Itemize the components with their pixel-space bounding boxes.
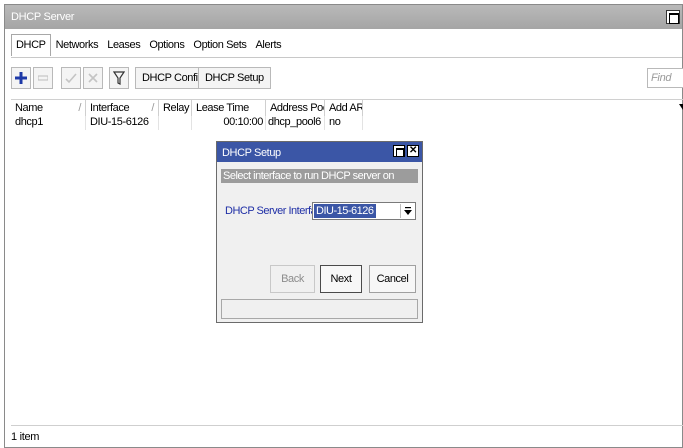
tab-divider: [11, 57, 682, 58]
window-titlebar[interactable]: DHCP Server: [5, 5, 682, 29]
dhcp-setup-dialog: DHCP Setup ✕ Select interface to run DHC…: [216, 141, 423, 323]
filter-button[interactable]: [109, 67, 129, 89]
dialog-title: DHCP Setup: [222, 147, 281, 159]
maximize-icon[interactable]: [393, 145, 405, 157]
column-name[interactable]: Name /: [11, 100, 86, 116]
tab-networks[interactable]: Networks: [52, 34, 103, 56]
interface-select[interactable]: DIU-15-6126: [312, 202, 416, 220]
column-menu-icon[interactable]: [679, 102, 683, 112]
column-add-arp[interactable]: Add AR...: [325, 100, 363, 116]
column-lease-time[interactable]: Lease Time: [192, 100, 266, 116]
disable-button[interactable]: [83, 67, 103, 89]
close-icon[interactable]: ✕: [407, 145, 419, 157]
check-icon: [65, 73, 77, 84]
tab-leases[interactable]: Leases: [103, 34, 144, 56]
table-row[interactable]: dhcp1 DIU-15-6126 00:10:00 dhcp_pool6 no: [11, 116, 683, 130]
column-relay[interactable]: Relay: [159, 100, 192, 116]
cell-lease-time: 00:10:00: [192, 116, 266, 130]
interface-select-value: DIU-15-6126: [314, 204, 377, 218]
table-header: Name / Interface / Relay Lease Time Addres…: [11, 100, 683, 116]
column-interface[interactable]: Interface /: [86, 100, 159, 116]
tab-option-sets[interactable]: Option Sets: [189, 34, 250, 56]
cell-add-arp: no: [325, 116, 363, 130]
dialog-titlebar[interactable]: DHCP Setup ✕: [217, 142, 422, 162]
next-button[interactable]: Next: [320, 265, 362, 293]
find-input[interactable]: Find: [647, 68, 683, 88]
toolbar: DHCP Config DHCP Setup Find: [11, 67, 683, 91]
back-button[interactable]: Back: [270, 265, 315, 293]
plus-icon: [15, 72, 27, 84]
remove-button[interactable]: [33, 67, 53, 89]
filter-icon: [113, 71, 125, 85]
maximize-icon[interactable]: [666, 10, 680, 24]
tab-options[interactable]: Options: [145, 34, 188, 56]
cell-relay: [159, 116, 192, 130]
cell-interface: DIU-15-6126: [86, 116, 159, 130]
dialog-hint: Select interface to run DHCP server on: [221, 169, 418, 183]
add-button[interactable]: [11, 67, 31, 89]
tab-bar: DHCP Networks Leases Options Option Sets…: [5, 34, 286, 58]
cross-icon: [88, 73, 98, 83]
cell-address-pool: dhcp_pool6: [266, 116, 325, 130]
cell-name: dhcp1: [11, 116, 86, 130]
tab-alerts[interactable]: Alerts: [252, 34, 286, 56]
minus-icon: [38, 75, 48, 81]
column-address-pool[interactable]: Address Pool: [266, 100, 325, 116]
dropdown-arrow-icon[interactable]: [400, 204, 414, 218]
item-count: 1 item: [11, 431, 40, 443]
tab-dhcp[interactable]: DHCP: [11, 34, 51, 56]
dhcp-setup-button[interactable]: DHCP Setup: [198, 67, 271, 89]
status-bar: 1 item: [11, 425, 683, 447]
dialog-status-bar: [221, 299, 418, 319]
cancel-button[interactable]: Cancel: [369, 265, 416, 293]
enable-button[interactable]: [61, 67, 81, 89]
window-title: DHCP Server: [11, 11, 75, 23]
